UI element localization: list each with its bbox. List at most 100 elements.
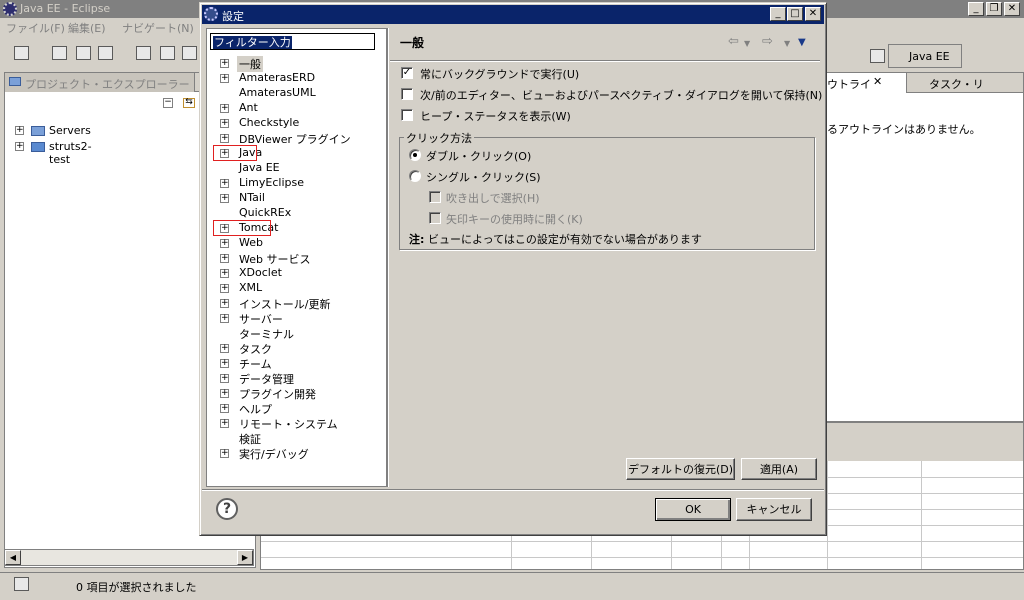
restore-icon[interactable]: ❐ bbox=[986, 2, 1002, 16]
pref-tree-item-label: 検証 bbox=[239, 433, 261, 446]
print-icon[interactable] bbox=[98, 46, 113, 60]
link-editor-icon[interactable]: ⇆ bbox=[183, 98, 195, 108]
run-icon[interactable] bbox=[182, 46, 197, 60]
menu-file[interactable]: ファイル(F) bbox=[6, 20, 65, 36]
preferences-tree-pane: フィルター入力 + 一般 + AmaterasERD AmaterasUML + Ant + C… bbox=[206, 28, 387, 487]
always-background-label: 常にバックグラウンドで実行(U) bbox=[420, 68, 580, 81]
explorer-item-label: struts2-test bbox=[49, 140, 92, 166]
outline-tab-label: ウトライ bbox=[827, 78, 871, 91]
menu-navigate[interactable]: ナビゲート(N) bbox=[122, 20, 194, 36]
dialog-minimize-icon[interactable]: _ bbox=[770, 7, 786, 21]
open-on-arrow-checkbox[interactable] bbox=[429, 212, 441, 224]
fast-view-icon[interactable] bbox=[14, 577, 29, 591]
expand-icon[interactable]: + bbox=[15, 142, 24, 151]
close-tab-icon[interactable]: ✕ bbox=[873, 75, 882, 88]
pane-divider[interactable] bbox=[387, 28, 389, 487]
expand-icon[interactable]: + bbox=[220, 404, 229, 413]
back-arrow-icon[interactable]: ⇦ bbox=[728, 34, 739, 49]
perspective-bar: Java EE bbox=[826, 44, 1024, 68]
collapse-all-icon[interactable]: − bbox=[163, 98, 173, 108]
expand-icon[interactable]: + bbox=[220, 134, 229, 143]
dialog-close-icon[interactable]: ✕ bbox=[805, 7, 821, 21]
expand-icon[interactable]: + bbox=[220, 284, 229, 293]
cancel-button[interactable]: キャンセル bbox=[736, 498, 812, 521]
expand-icon[interactable]: + bbox=[220, 74, 229, 83]
keep-dialog-open-checkbox[interactable] bbox=[401, 88, 413, 100]
expand-icon[interactable]: + bbox=[220, 374, 229, 383]
expand-icon[interactable]: + bbox=[220, 419, 229, 428]
java-ee-perspective-button[interactable]: Java EE bbox=[888, 44, 962, 68]
help-icon[interactable]: ? bbox=[216, 498, 238, 520]
pref-tree-item-label: XML bbox=[239, 281, 263, 294]
new-icon[interactable] bbox=[14, 46, 29, 60]
single-click-radio[interactable] bbox=[409, 170, 421, 182]
save-icon[interactable] bbox=[52, 46, 67, 60]
expand-icon[interactable]: + bbox=[220, 179, 229, 188]
pref-tree-item-label: インストール/更新 bbox=[239, 298, 331, 311]
always-background-checkbox[interactable]: ✓ bbox=[401, 67, 413, 79]
filter-input[interactable]: フィルター入力 bbox=[210, 33, 375, 50]
save-all-icon[interactable] bbox=[76, 46, 91, 60]
note-prefix: 注: bbox=[409, 233, 425, 246]
task-tab-label: タスク・リ bbox=[929, 78, 984, 91]
expand-icon[interactable]: + bbox=[220, 344, 229, 353]
explorer-horizontal-scrollbar[interactable]: ◀ ▶ bbox=[4, 549, 254, 566]
select-on-hover-checkbox[interactable] bbox=[429, 191, 441, 203]
forward-dropdown-icon[interactable]: ▼ bbox=[784, 39, 790, 48]
tab-outline[interactable]: ウトライ ✕ bbox=[827, 73, 907, 93]
expand-icon[interactable]: + bbox=[220, 299, 229, 308]
back-dropdown-icon[interactable]: ▼ bbox=[744, 39, 750, 48]
ok-button[interactable]: OK bbox=[655, 498, 731, 521]
open-perspective-icon[interactable] bbox=[870, 49, 885, 63]
click-method-group: クリック方法 ダブル・クリック(O) シングル・クリック(S) 吹き出しで選択(… bbox=[399, 130, 815, 250]
eclipse-app-icon bbox=[3, 2, 17, 16]
scroll-left-icon[interactable]: ◀ bbox=[5, 550, 21, 565]
pref-tree-item-label: AmaterasERD bbox=[239, 71, 316, 84]
dialog-titlebar: 設定 _ □ ✕ bbox=[202, 5, 824, 24]
footer-separator bbox=[202, 489, 824, 491]
double-click-radio[interactable] bbox=[409, 149, 421, 161]
expand-icon[interactable]: + bbox=[220, 59, 229, 68]
project-explorer-tab[interactable]: プロジェクト・エクスプローラー bbox=[5, 73, 195, 92]
pref-tree-item-label: Ant bbox=[239, 101, 258, 114]
expand-icon[interactable]: + bbox=[220, 359, 229, 368]
click-method-legend: クリック方法 bbox=[404, 130, 474, 146]
show-heap-checkbox[interactable] bbox=[401, 109, 413, 121]
close-icon[interactable]: ✕ bbox=[1004, 2, 1020, 16]
expand-icon[interactable]: + bbox=[15, 126, 24, 135]
keep-dialog-open-label: 次/前のエディター、ビューおよびパースペクティブ・ダイアログを開いて保持(N) bbox=[420, 89, 823, 102]
pref-tree-item-label: プラグイン開発 bbox=[239, 388, 316, 401]
double-click-label: ダブル・クリック(O) bbox=[426, 150, 532, 163]
note-text: ビューによってはこの設定が有効でない場合があります bbox=[428, 233, 702, 246]
expand-icon[interactable]: + bbox=[220, 194, 229, 203]
expand-icon[interactable]: + bbox=[220, 314, 229, 323]
apply-button[interactable]: 適用(A) bbox=[741, 458, 817, 480]
expand-icon[interactable]: + bbox=[220, 239, 229, 248]
tab-task-list[interactable]: タスク・リ bbox=[911, 73, 991, 93]
restore-defaults-button[interactable]: デフォルトの復元(D) bbox=[626, 458, 735, 480]
pref-tree-item-label: ヘルプ bbox=[239, 403, 272, 416]
stop-icon[interactable] bbox=[160, 46, 175, 60]
pref-tree-item-label: LimyEclipse bbox=[239, 176, 305, 189]
pref-tree-item-label: AmaterasUML bbox=[239, 86, 316, 99]
minimize-icon[interactable]: _ bbox=[968, 2, 984, 16]
dialog-maximize-icon[interactable]: □ bbox=[787, 7, 803, 21]
expand-icon[interactable]: + bbox=[220, 389, 229, 398]
expand-icon[interactable]: + bbox=[220, 254, 229, 263]
pref-tree-item-label: Java EE bbox=[239, 161, 280, 174]
open-on-arrow-label: 矢印キーの使用時に開く(K) bbox=[446, 213, 583, 226]
expand-icon[interactable]: + bbox=[220, 449, 229, 458]
outline-empty-message: るアウトラインはありません。 bbox=[827, 123, 981, 136]
expand-icon[interactable]: + bbox=[220, 119, 229, 128]
expand-icon[interactable]: + bbox=[220, 269, 229, 278]
pref-tree-item-label: Web サービス bbox=[239, 253, 311, 266]
perspective-label: Java EE bbox=[909, 50, 950, 63]
expand-icon[interactable]: + bbox=[220, 104, 229, 113]
view-menu-icon[interactable]: ▼ bbox=[798, 37, 806, 48]
forward-arrow-icon[interactable]: ⇨ bbox=[762, 34, 773, 49]
pref-tree-item-label: サーバー bbox=[239, 313, 283, 326]
project-icon bbox=[31, 142, 45, 152]
menu-edit[interactable]: 編集(E) bbox=[68, 20, 106, 36]
debug-icon[interactable] bbox=[136, 46, 151, 60]
scroll-right-icon[interactable]: ▶ bbox=[237, 550, 253, 565]
